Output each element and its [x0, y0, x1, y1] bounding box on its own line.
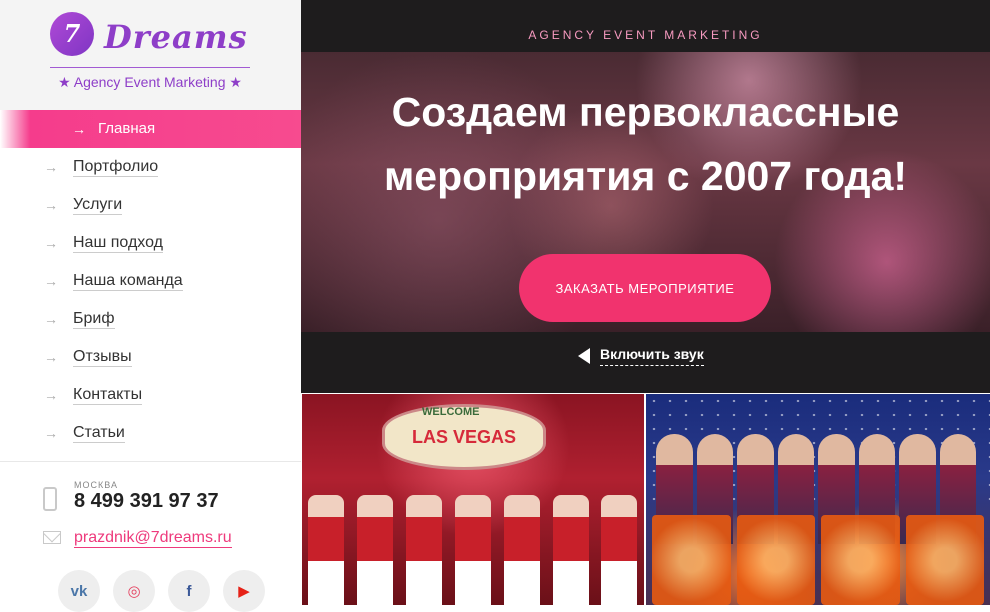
portfolio-tile-party[interactable]	[646, 394, 990, 605]
arrow-right-icon: →	[44, 425, 58, 441]
hero-title-line2: мероприятия с 2007 года!	[383, 153, 908, 199]
menu-item-reviews[interactable]: → Отзывы	[0, 338, 301, 376]
arrow-right-icon: →	[72, 121, 86, 137]
menu-item-label: Услуги	[73, 196, 123, 215]
divider	[0, 461, 301, 462]
menu-item-label: Статьи	[73, 424, 125, 443]
vk-icon[interactable]: vk	[58, 570, 100, 612]
hero-banner: AGENCY EVENT MARKETING Создаем первоклас…	[301, 0, 990, 393]
youtube-icon[interactable]: ▶	[223, 570, 265, 612]
logo-mark-icon: 7	[50, 12, 94, 56]
menu-item-articles[interactable]: → Статьи	[0, 414, 301, 452]
email-link[interactable]: prazdnik@7dreams.ru	[74, 529, 232, 548]
menu-item-brief[interactable]: → Бриф	[0, 300, 301, 338]
arrow-right-icon: →	[44, 387, 58, 403]
menu-item-services[interactable]: → Услуги	[0, 186, 301, 224]
logo-divider	[50, 67, 250, 68]
menu-item-contacts[interactable]: → Контакты	[0, 376, 301, 414]
menu-item-label: Наша команда	[73, 272, 183, 291]
marquee-letters	[646, 515, 990, 605]
arrow-right-icon: →	[44, 159, 58, 175]
mail-icon	[43, 531, 61, 544]
logo[interactable]: 7 Dreams ★ Agency Event Marketing ★	[0, 0, 301, 110]
menu-item-home[interactable]: → Главная	[0, 110, 301, 148]
drummers-photo	[302, 485, 644, 605]
phone-icon	[43, 487, 57, 511]
menu-item-portfolio[interactable]: → Портфолио	[0, 148, 301, 186]
logo-tagline: ★ Agency Event Marketing ★	[58, 74, 242, 90]
menu-item-label: Отзывы	[73, 348, 132, 367]
hero-title-line1: Создаем первоклассные	[391, 89, 900, 135]
menu-item-label: Наш подход	[73, 234, 163, 253]
facebook-icon[interactable]: f	[168, 570, 210, 612]
menu-item-label: Контакты	[73, 386, 143, 405]
vegas-welcome-text: WELCOME	[422, 406, 480, 418]
city-label: МОСКВА	[74, 480, 118, 490]
sound-toggle-label: Включить звук	[600, 346, 704, 366]
menu-item-label: Портфолио	[73, 158, 159, 177]
sidebar: 7 Dreams ★ Agency Event Marketing ★ → Гл…	[0, 0, 301, 612]
main-menu: → Главная → Портфолио → Услуги → Наш под…	[0, 110, 301, 452]
arrow-right-icon: →	[44, 273, 58, 289]
speaker-icon	[578, 348, 590, 364]
menu-item-team[interactable]: → Наша команда	[0, 262, 301, 300]
arrow-right-icon: →	[44, 349, 58, 365]
social-links: vk ◎ f ▶	[58, 570, 265, 612]
hero-title: Создаем первоклассные мероприятия с 2007…	[301, 80, 990, 208]
arrow-right-icon: →	[44, 197, 58, 213]
hero-tagline: AGENCY EVENT MARKETING	[528, 28, 763, 42]
sound-toggle[interactable]: Включить звук	[578, 346, 704, 366]
arrow-right-icon: →	[44, 311, 58, 327]
order-event-button[interactable]: ЗАКАЗАТЬ МЕРОПРИЯТИЕ	[519, 254, 771, 322]
menu-item-label: Главная	[98, 120, 156, 137]
portfolio-tile-las-vegas[interactable]: LAS VEGAS WELCOME	[302, 394, 644, 605]
menu-item-approach[interactable]: → Наш подход	[0, 224, 301, 262]
logo-word: Dreams	[104, 18, 248, 56]
menu-item-label: Бриф	[73, 310, 115, 329]
arrow-right-icon: →	[44, 235, 58, 251]
instagram-icon[interactable]: ◎	[113, 570, 155, 612]
phone-number[interactable]: 8 499 391 97 37	[74, 490, 219, 513]
